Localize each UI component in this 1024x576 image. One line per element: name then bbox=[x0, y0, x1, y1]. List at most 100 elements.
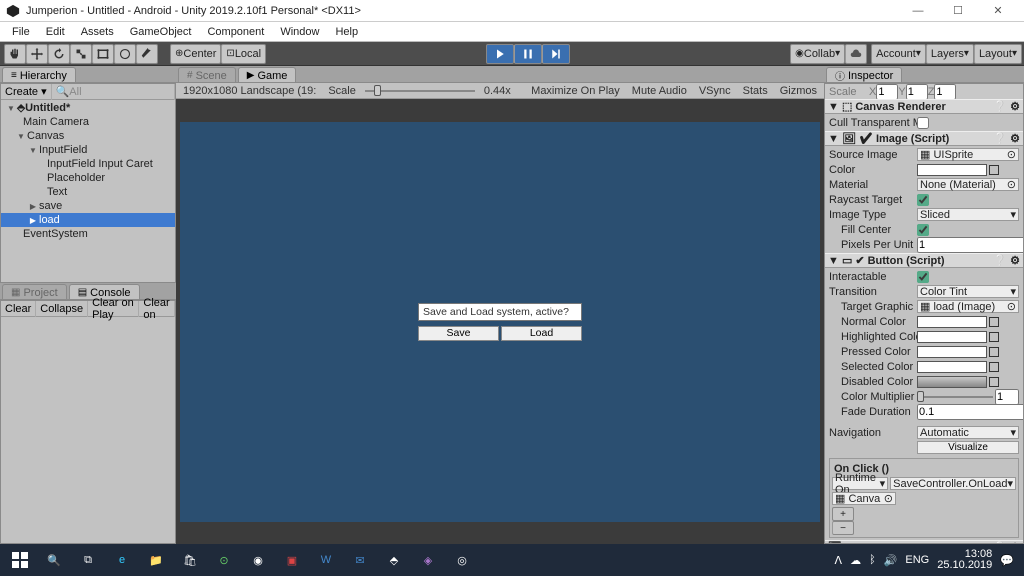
pause-button[interactable] bbox=[514, 44, 542, 64]
picker-icon[interactable] bbox=[989, 332, 999, 342]
tray-expand-icon[interactable]: ᐱ bbox=[835, 554, 843, 567]
cull-checkbox[interactable] bbox=[917, 117, 929, 129]
tray-bluetooth-icon[interactable]: ᛒ bbox=[869, 554, 876, 566]
explorer-icon[interactable]: 📁 bbox=[140, 544, 172, 576]
menu-assets[interactable]: Assets bbox=[73, 24, 122, 40]
search-icon[interactable]: 🔍 bbox=[38, 544, 70, 576]
game-view[interactable]: Save Load bbox=[176, 99, 824, 544]
game-input-field[interactable] bbox=[418, 303, 582, 321]
image-color-swatch[interactable] bbox=[917, 164, 987, 176]
game-load-button[interactable]: Load bbox=[501, 326, 582, 341]
custom-tool-icon[interactable] bbox=[136, 44, 158, 64]
tray-onedrive-icon[interactable]: ☁ bbox=[850, 554, 861, 567]
account-dropdown[interactable]: Account ▾ bbox=[871, 44, 926, 64]
mail-icon[interactable]: ✉ bbox=[344, 544, 376, 576]
menu-file[interactable]: File bbox=[4, 24, 38, 40]
movies-icon[interactable]: ▣ bbox=[276, 544, 308, 576]
layout-dropdown[interactable]: Layout ▾ bbox=[974, 44, 1022, 64]
menu-edit[interactable]: Edit bbox=[38, 24, 73, 40]
game-scale-slider[interactable] bbox=[365, 90, 475, 92]
target-graphic-field[interactable]: ▦ load (Image)⊙ bbox=[917, 300, 1019, 313]
hierarchy-search[interactable]: 🔍 All bbox=[52, 84, 175, 100]
menu-help[interactable]: Help bbox=[327, 24, 366, 40]
play-button[interactable] bbox=[486, 44, 514, 64]
game-resolution-dropdown[interactable]: 1920x1080 Landscape (19: bbox=[180, 85, 319, 97]
word-icon[interactable]: W bbox=[310, 544, 342, 576]
scale-tool-icon[interactable] bbox=[70, 44, 92, 64]
color-mult-slider[interactable] bbox=[917, 396, 993, 398]
cloud-button[interactable] bbox=[845, 44, 867, 64]
pivot-center-button[interactable]: ⊕ Center bbox=[170, 44, 221, 64]
hierarchy-item[interactable]: ▼Canvas bbox=[1, 129, 175, 143]
image-type-dropdown[interactable]: Sliced▾ bbox=[917, 208, 1019, 221]
tray-clock[interactable]: 13:08 25.10.2019 bbox=[937, 549, 992, 571]
move-tool-icon[interactable] bbox=[26, 44, 48, 64]
hierarchy-create-dropdown[interactable]: Create ▾ bbox=[1, 84, 52, 100]
edge-icon[interactable]: e bbox=[106, 544, 138, 576]
picker-icon[interactable] bbox=[989, 377, 999, 387]
menu-component[interactable]: Component bbox=[199, 24, 272, 40]
hierarchy-item[interactable]: ▼InputField bbox=[1, 143, 175, 157]
pivot-local-button[interactable]: ⊡ Local bbox=[221, 44, 266, 64]
hierarchy-item[interactable]: Main Camera bbox=[1, 115, 175, 129]
transform-scale-y[interactable] bbox=[906, 84, 928, 100]
hierarchy-tree[interactable]: ▼⬘ Untitled* Main Camera ▼Canvas ▼InputF… bbox=[1, 100, 175, 282]
transform-scale-z[interactable] bbox=[934, 84, 956, 100]
hierarchy-item[interactable]: EventSystem bbox=[1, 227, 175, 241]
interactable-checkbox[interactable] bbox=[917, 271, 929, 283]
maximize-on-play-toggle[interactable]: Maximize On Play bbox=[528, 85, 623, 97]
component-canvas-renderer-header[interactable]: ▼ ⬚ Canvas Renderer ❔ ⚙ bbox=[825, 99, 1023, 114]
tray-notifications-icon[interactable]: 💬 bbox=[1000, 554, 1014, 567]
collab-button[interactable]: ◉ Collab ▾ bbox=[790, 44, 845, 64]
hierarchy-item[interactable]: ▶save bbox=[1, 199, 175, 213]
onclick-add-button[interactable]: + bbox=[832, 507, 854, 521]
unity-hub-icon[interactable]: ⬘ bbox=[378, 544, 410, 576]
picker-icon[interactable] bbox=[989, 362, 999, 372]
component-button-header[interactable]: ▼ ▭ ✔ Button (Script) ❔ ⚙ bbox=[825, 253, 1023, 268]
hierarchy-scene-root[interactable]: ▼⬘ Untitled* bbox=[1, 101, 175, 115]
color-mult-value[interactable] bbox=[995, 389, 1019, 405]
console-clear-button[interactable]: Clear bbox=[1, 301, 36, 317]
store-icon[interactable]: 🛍 bbox=[174, 544, 206, 576]
inspector-tab[interactable]: ⓘ Inspector bbox=[826, 67, 902, 82]
normal-color-swatch[interactable] bbox=[917, 316, 987, 328]
gizmos-toggle[interactable]: Gizmos bbox=[777, 85, 820, 97]
hand-tool-icon[interactable] bbox=[4, 44, 26, 64]
ppu-field[interactable] bbox=[917, 237, 1024, 253]
pressed-color-swatch[interactable] bbox=[917, 346, 987, 358]
material-field[interactable]: None (Material)⊙ bbox=[917, 178, 1019, 191]
transform-scale-x[interactable] bbox=[876, 84, 898, 100]
task-view-icon[interactable]: ⧉ bbox=[72, 544, 104, 576]
step-button[interactable] bbox=[542, 44, 570, 64]
rotate-tool-icon[interactable] bbox=[48, 44, 70, 64]
minimize-button[interactable]: — bbox=[898, 0, 938, 22]
tray-language[interactable]: ENG bbox=[905, 554, 929, 566]
game-save-button[interactable]: Save bbox=[418, 326, 499, 341]
layers-dropdown[interactable]: Layers ▾ bbox=[926, 44, 974, 64]
visual-studio-icon[interactable]: ◈ bbox=[412, 544, 444, 576]
scene-tab[interactable]: # Scene bbox=[178, 67, 236, 82]
raycast-checkbox[interactable] bbox=[917, 194, 929, 206]
console-clear-on-play-button[interactable]: Clear on Play bbox=[88, 301, 139, 317]
maximize-button[interactable]: ☐ bbox=[938, 0, 978, 22]
xbox-icon[interactable]: ⊙ bbox=[208, 544, 240, 576]
tray-volume-icon[interactable]: 🔊 bbox=[884, 554, 898, 567]
console-clear-on-build-button[interactable]: Clear on bbox=[139, 301, 175, 317]
game-tab[interactable]: ▶ Game bbox=[238, 67, 297, 82]
onclick-remove-button[interactable]: − bbox=[832, 521, 854, 535]
mute-audio-toggle[interactable]: Mute Audio bbox=[629, 85, 690, 97]
fill-center-checkbox[interactable] bbox=[917, 224, 929, 236]
selected-color-swatch[interactable] bbox=[917, 361, 987, 373]
hierarchy-item-selected[interactable]: ▶load bbox=[1, 213, 175, 227]
hierarchy-item[interactable]: Text bbox=[1, 185, 175, 199]
vsync-toggle[interactable]: VSync bbox=[696, 85, 734, 97]
navigation-dropdown[interactable]: Automatic▾ bbox=[917, 426, 1019, 439]
obs-icon[interactable]: ◎ bbox=[446, 544, 478, 576]
component-image-header[interactable]: ▼ 🖼 ✔ Image (Script) ❔ ⚙ bbox=[825, 131, 1023, 146]
hierarchy-tab[interactable]: ≡ Hierarchy bbox=[2, 67, 76, 82]
visualize-button[interactable]: Visualize bbox=[917, 441, 1019, 454]
transform-tool-icon[interactable] bbox=[114, 44, 136, 64]
source-image-field[interactable]: ▦ UISprite⊙ bbox=[917, 148, 1019, 161]
project-tab[interactable]: ▦ Project bbox=[2, 284, 67, 299]
highlighted-color-swatch[interactable] bbox=[917, 331, 987, 343]
